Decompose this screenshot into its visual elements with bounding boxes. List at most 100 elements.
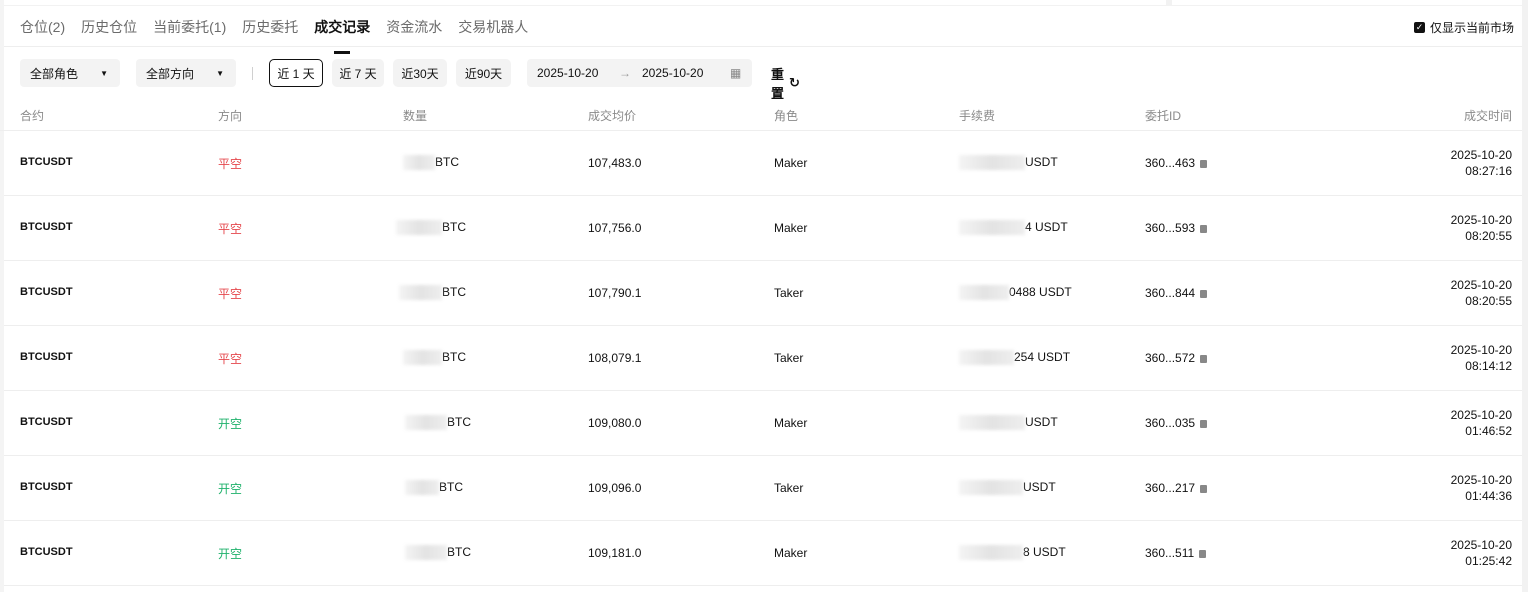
col-role: 角色 bbox=[774, 109, 799, 123]
table-row: BTCUSDT 开空 BTC 109,080.0 Maker USDT 360.… bbox=[4, 391, 1522, 456]
only-current-market-toggle[interactable]: ✓ 仅显示当前市场 bbox=[1413, 19, 1514, 36]
direction-select-value: 全部方向 bbox=[146, 66, 195, 81]
side: 平空 bbox=[218, 352, 243, 366]
tab-open-orders[interactable]: 当前委托(1) bbox=[153, 17, 226, 47]
copy-icon[interactable] bbox=[1200, 419, 1208, 428]
role: Maker bbox=[774, 221, 808, 235]
table-row: BTCUSDT 平空 BTC 108,079.1 Taker 254 USDT … bbox=[4, 326, 1522, 391]
table-row: BTCUSDT 开空 BTC 109,181.0 Maker 8 USDT 36… bbox=[4, 521, 1522, 586]
fee: 254 USDT bbox=[959, 350, 1070, 366]
col-quantity: 数量 bbox=[403, 109, 428, 123]
copy-icon[interactable] bbox=[1200, 224, 1208, 233]
reset-button[interactable]: 重置 ↻ bbox=[771, 64, 800, 102]
trade-time: 2025-10-20 01:44:36 bbox=[1450, 473, 1512, 503]
table-header: 合约 方向 数量 成交均价 角色 手续费 委托ID 成交时间 bbox=[0, 100, 1522, 131]
date-to[interactable]: 2025-10-20 bbox=[642, 66, 703, 80]
symbol[interactable]: BTCUSDT bbox=[20, 221, 73, 233]
avg-price: 107,790.1 bbox=[588, 286, 642, 300]
trade-time: 2025-10-20 08:14:12 bbox=[1450, 343, 1512, 373]
side: 平空 bbox=[218, 157, 243, 171]
checkbox-icon[interactable]: ✓ bbox=[1413, 22, 1425, 33]
chevron-down-icon: ▼ bbox=[100, 69, 108, 78]
tab-trading-bots[interactable]: 交易机器人 bbox=[458, 17, 528, 47]
copy-icon[interactable] bbox=[1200, 289, 1208, 298]
range-90d-button[interactable]: 近90天 bbox=[456, 59, 511, 87]
fee: 8 USDT bbox=[959, 545, 1066, 561]
fee: USDT bbox=[959, 415, 1058, 431]
chevron-down-icon: ▼ bbox=[216, 69, 224, 78]
trade-time: 2025-10-20 01:25:42 bbox=[1450, 538, 1512, 568]
order-id: 360...844 bbox=[1145, 286, 1208, 300]
quantity: BTC bbox=[405, 545, 471, 561]
trade-time: 2025-10-20 08:20:55 bbox=[1450, 278, 1512, 308]
avg-price: 108,079.1 bbox=[588, 351, 642, 365]
side: 开空 bbox=[218, 417, 243, 431]
avg-price: 107,483.0 bbox=[588, 156, 642, 170]
order-id: 360...572 bbox=[1145, 351, 1208, 365]
copy-icon[interactable] bbox=[1200, 354, 1208, 363]
copy-icon[interactable] bbox=[1200, 159, 1208, 168]
quantity: BTC bbox=[403, 350, 466, 366]
only-current-market-label: 仅显示当前市场 bbox=[1429, 21, 1514, 35]
tab-positions[interactable]: 仓位(2) bbox=[20, 17, 65, 47]
fee: 4 USDT bbox=[959, 220, 1068, 236]
tab-order-history[interactable]: 历史委托 bbox=[242, 17, 298, 47]
symbol[interactable]: BTCUSDT bbox=[20, 546, 73, 558]
table-row: BTCUSDT 平空 BTC 107,756.0 Maker 4 USDT 36… bbox=[4, 196, 1522, 261]
calendar-icon[interactable]: ▦ bbox=[730, 66, 741, 80]
range-7d-button[interactable]: 近 7 天 bbox=[332, 59, 384, 87]
refresh-icon: ↻ bbox=[789, 75, 800, 90]
tab-divider bbox=[4, 46, 1522, 47]
side: 平空 bbox=[218, 287, 243, 301]
date-range-picker[interactable]: 2025-10-20 → 2025-10-20 ▦ bbox=[527, 59, 752, 87]
order-id: 360...593 bbox=[1145, 221, 1208, 235]
order-id: 360...217 bbox=[1145, 481, 1208, 495]
trade-time: 2025-10-20 08:20:55 bbox=[1450, 213, 1512, 243]
avg-price: 109,096.0 bbox=[588, 481, 642, 495]
tab-bar: 仓位(2) 历史仓位 当前委托(1) 历史委托 成交记录 资金流水 交易机器人 bbox=[20, 17, 528, 54]
symbol[interactable]: BTCUSDT bbox=[20, 416, 73, 428]
trade-time: 2025-10-20 01:46:52 bbox=[1450, 408, 1512, 438]
reset-label: 重置 bbox=[771, 67, 785, 101]
tab-funding-flow[interactable]: 资金流水 bbox=[386, 17, 442, 47]
table-row: BTCUSDT 平空 BTC 107,790.1 Taker 0488 USDT… bbox=[4, 261, 1522, 326]
col-direction: 方向 bbox=[218, 109, 243, 123]
fee: USDT bbox=[959, 480, 1056, 496]
date-from[interactable]: 2025-10-20 bbox=[537, 66, 598, 80]
range-1d-button[interactable]: 近 1 天 bbox=[269, 59, 323, 87]
copy-icon[interactable] bbox=[1199, 549, 1207, 558]
avg-price: 109,181.0 bbox=[588, 546, 642, 560]
direction-select[interactable]: 全部方向 ▼ bbox=[136, 59, 236, 87]
quantity: BTC bbox=[399, 285, 466, 301]
symbol[interactable]: BTCUSDT bbox=[20, 286, 73, 298]
fee: 0488 USDT bbox=[959, 285, 1072, 301]
role-select[interactable]: 全部角色 ▼ bbox=[20, 59, 120, 87]
col-fee: 手续费 bbox=[959, 109, 996, 123]
quantity: BTC bbox=[405, 480, 463, 496]
symbol[interactable]: BTCUSDT bbox=[20, 156, 73, 168]
copy-icon[interactable] bbox=[1200, 484, 1208, 493]
col-contract: 合约 bbox=[20, 109, 45, 123]
symbol[interactable]: BTCUSDT bbox=[20, 351, 73, 363]
quantity: BTC bbox=[403, 155, 459, 171]
tab-position-history[interactable]: 历史仓位 bbox=[81, 17, 137, 47]
col-trade-time: 成交时间 bbox=[1463, 109, 1512, 123]
avg-price: 107,756.0 bbox=[588, 221, 642, 235]
quantity: BTC bbox=[405, 415, 471, 431]
order-id: 360...463 bbox=[1145, 156, 1208, 170]
quantity: BTC bbox=[396, 220, 466, 236]
tab-trade-history[interactable]: 成交记录 bbox=[314, 17, 370, 54]
table-row: BTCUSDT 开空 BTC 109,096.0 Taker USDT 360.… bbox=[4, 456, 1522, 521]
role: Maker bbox=[774, 416, 808, 430]
role: Taker bbox=[774, 481, 804, 495]
order-id: 360...511 bbox=[1145, 546, 1207, 560]
col-avg-price: 成交均价 bbox=[588, 109, 637, 123]
role: Taker bbox=[774, 351, 804, 365]
col-order-id: 委托ID bbox=[1145, 109, 1182, 123]
side: 开空 bbox=[218, 547, 243, 561]
symbol[interactable]: BTCUSDT bbox=[20, 481, 73, 493]
table-row: BTCUSDT 平空 BTC 107,483.0 Maker USDT 360.… bbox=[4, 131, 1522, 196]
role: Taker bbox=[774, 286, 804, 300]
range-30d-button[interactable]: 近30天 bbox=[393, 59, 447, 87]
role: Maker bbox=[774, 156, 808, 170]
